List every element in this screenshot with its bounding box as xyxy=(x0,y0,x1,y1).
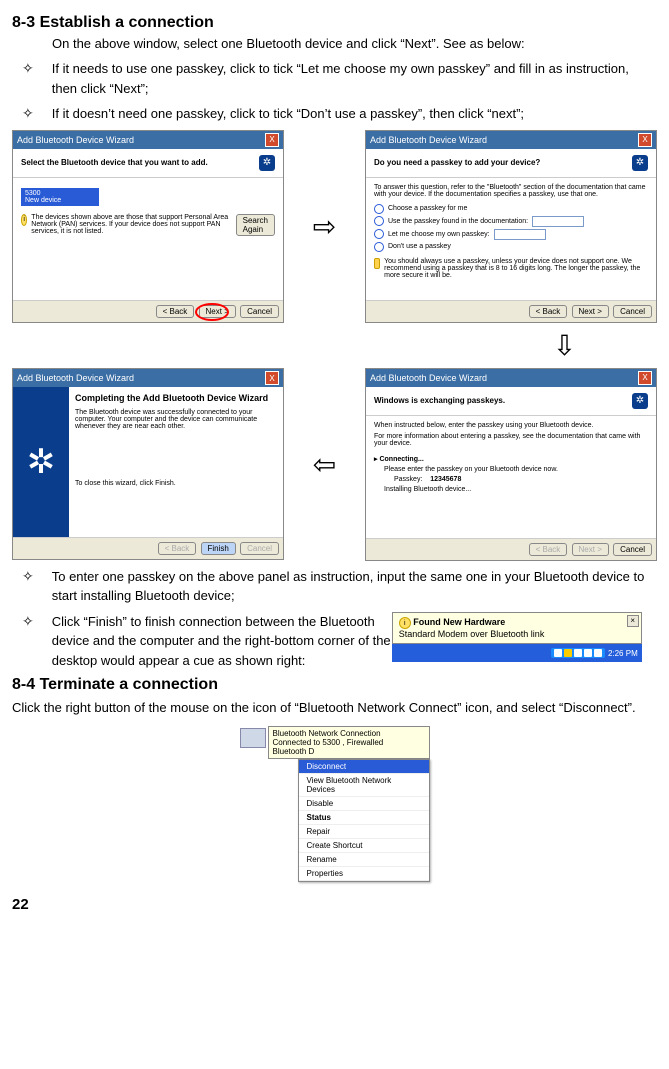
menu-rename[interactable]: Rename xyxy=(299,853,429,867)
select-note: The devices shown above are those that s… xyxy=(31,214,229,235)
back-button: < Back xyxy=(158,542,197,555)
wizard-completing: Add Bluetooth Device Wizard X ✲ Completi… xyxy=(12,368,284,560)
bullet-2: If it doesn’t need one passkey, click to… xyxy=(52,104,657,124)
wizard-title: Add Bluetooth Device Wizard xyxy=(370,135,487,145)
found-hardware-figure: × i Found New Hardware Standard Modem ov… xyxy=(392,612,642,663)
passkey-input[interactable] xyxy=(532,216,584,227)
bullet-3: To enter one passkey on the above panel … xyxy=(52,567,657,606)
radio-icon[interactable] xyxy=(374,216,384,226)
system-tray[interactable] xyxy=(551,648,605,658)
diamond-icon: ✧ xyxy=(22,612,34,632)
wizard-title: Add Bluetooth Device Wizard xyxy=(370,373,487,383)
arrow-down-icon: ⇩ xyxy=(472,329,657,362)
balloon-tooltip: × i Found New Hardware Standard Modem ov… xyxy=(392,612,642,645)
cancel-button[interactable]: Cancel xyxy=(613,543,652,556)
search-again-button[interactable]: Search Again xyxy=(236,214,275,236)
passkey-intro: To answer this question, refer to the "B… xyxy=(374,184,648,198)
section-8-4-heading: 8-4 Terminate a connection xyxy=(12,676,657,694)
context-menu: Disconnect View Bluetooth Network Device… xyxy=(298,759,430,882)
next-button[interactable]: Next > xyxy=(572,305,609,318)
section-8-4-text: Click the right button of the mouse on t… xyxy=(12,698,657,718)
intro-text: On the above window, select one Bluetoot… xyxy=(52,36,657,51)
completing-close-hint: To close this wizard, click Finish. xyxy=(75,480,277,487)
back-button: < Back xyxy=(529,543,568,556)
wizard-exchanging: Add Bluetooth Device Wizard X Windows is… xyxy=(365,368,657,561)
close-icon[interactable]: X xyxy=(638,371,652,385)
wizard-select-device: Add Bluetooth Device Wizard X Select the… xyxy=(12,130,284,323)
diamond-icon: ✧ xyxy=(22,59,34,98)
next-button: Next > xyxy=(572,543,609,556)
wizard-title: Add Bluetooth Device Wizard xyxy=(17,373,134,383)
back-button[interactable]: < Back xyxy=(529,305,568,318)
section-8-3-heading: 8-3 Establish a connection xyxy=(12,14,657,32)
diamond-icon: ✧ xyxy=(22,567,34,606)
exchanging-header: Windows is exchanging passkeys. xyxy=(374,396,505,405)
completing-header: Completing the Add Bluetooth Device Wiza… xyxy=(75,393,268,403)
network-tooltip: Bluetooth Network Connection Connected t… xyxy=(268,726,430,759)
wizard-title: Add Bluetooth Device Wizard xyxy=(17,135,134,145)
menu-disconnect[interactable]: Disconnect xyxy=(299,760,429,774)
info-icon: i xyxy=(399,617,411,629)
bluetooth-icon: ✲ xyxy=(632,155,648,171)
back-button[interactable]: < Back xyxy=(156,305,195,318)
close-icon[interactable]: X xyxy=(265,133,279,147)
menu-properties[interactable]: Properties xyxy=(299,867,429,881)
wizard-passkey-question: Add Bluetooth Device Wizard X Do you nee… xyxy=(365,130,657,323)
page-number: 22 xyxy=(12,896,657,913)
info-icon: i xyxy=(21,214,27,226)
network-icon[interactable] xyxy=(240,728,266,748)
menu-disable[interactable]: Disable xyxy=(299,797,429,811)
bullet-1: If it needs to use one passkey, click to… xyxy=(52,59,657,98)
diamond-icon: ✧ xyxy=(22,104,34,124)
menu-repair[interactable]: Repair xyxy=(299,825,429,839)
close-icon[interactable]: X xyxy=(638,133,652,147)
radio-icon[interactable] xyxy=(374,204,384,214)
taskbar: 2:26 PM xyxy=(392,644,642,662)
cancel-button[interactable]: Cancel xyxy=(613,305,652,318)
radio-icon[interactable] xyxy=(374,242,384,252)
passkey-warning: You should always use a passkey, unless … xyxy=(384,258,648,279)
menu-view-devices[interactable]: View Bluetooth Network Devices xyxy=(299,774,429,797)
passkey-header: Do you need a passkey to add your device… xyxy=(374,158,540,167)
device-item[interactable]: 5300 New device xyxy=(21,188,99,206)
highlight-circle xyxy=(195,303,229,321)
warning-icon xyxy=(374,258,380,269)
menu-status[interactable]: Status xyxy=(299,811,429,825)
arrow-right-icon: ⇨ xyxy=(313,210,336,243)
bluetooth-icon: ✲ xyxy=(27,442,56,482)
select-header: Select the Bluetooth device that you wan… xyxy=(21,158,208,167)
close-icon[interactable]: × xyxy=(627,615,639,627)
menu-create-shortcut[interactable]: Create Shortcut xyxy=(299,839,429,853)
radio-icon[interactable] xyxy=(374,229,384,239)
cancel-button[interactable]: Cancel xyxy=(240,305,279,318)
completing-text: The Bluetooth device was successfully co… xyxy=(75,409,277,430)
bullet-4: Click “Finish” to finish connection betw… xyxy=(52,612,392,671)
finish-button[interactable]: Finish xyxy=(201,542,236,555)
close-icon[interactable]: X xyxy=(265,371,279,385)
bluetooth-icon: ✲ xyxy=(632,393,648,409)
bluetooth-icon: ✲ xyxy=(259,155,275,171)
passkey-input[interactable] xyxy=(494,229,546,240)
cancel-button: Cancel xyxy=(240,542,279,555)
clock: 2:26 PM xyxy=(608,649,638,658)
arrow-left-icon: ⇦ xyxy=(313,448,336,481)
